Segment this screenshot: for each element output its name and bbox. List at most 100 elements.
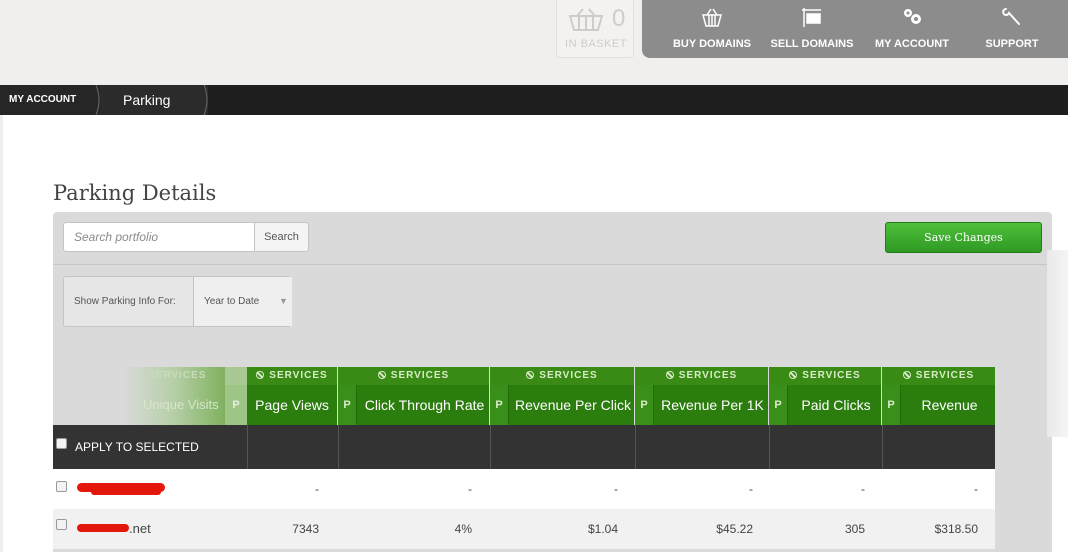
column-header-label: Revenue Per Click (515, 397, 631, 413)
column-header-label: Click Through Rate (364, 397, 485, 413)
select-all-checkbox[interactable] (56, 438, 67, 449)
nav-label: SUPPORT (985, 38, 1039, 50)
ban-icon (526, 371, 535, 379)
column-services-toggle[interactable]: SERVICES (882, 367, 995, 385)
column-services-toggle[interactable]: SERVICES (490, 367, 634, 385)
basket-icon (568, 8, 604, 31)
column-header-revenue-per-1k[interactable]: P Revenue Per 1K (635, 385, 768, 425)
cell-revenue: $318.50 (934, 522, 978, 536)
cell-click-through-rate: - (468, 482, 472, 496)
services-label: SERVICES (269, 370, 328, 381)
services-label: SERVICES (678, 370, 738, 381)
ban-icon (902, 371, 911, 379)
apply-cell[interactable] (882, 425, 996, 469)
table-row: - - - - - - (53, 469, 995, 509)
cell-paid-clicks: - (861, 482, 865, 496)
domain-cell (53, 469, 247, 509)
cell-revenue-per-1k: $45.22 (716, 522, 753, 536)
header-spacer (225, 367, 247, 385)
parking-panel: Search Save Changes Show Parking Info Fo… (53, 212, 1052, 552)
period-filter-label: Show Parking Info For: (74, 296, 176, 307)
cell-revenue-per-1k: - (749, 482, 753, 496)
column-services-toggle[interactable]: SERVICES (635, 367, 768, 385)
column-header-revenue-per-click[interactable]: P Revenue Per Click (490, 385, 634, 425)
ban-icon (377, 371, 386, 379)
breadcrumb: MY ACCOUNT Parking (0, 85, 1068, 115)
period-filter: Show Parking Info For: Year to Date ▼ (63, 276, 292, 327)
nav-label: SELL DOMAINS (770, 38, 854, 50)
search-button[interactable]: Search (254, 222, 309, 252)
divider (53, 264, 1052, 265)
apply-cell[interactable] (490, 425, 635, 469)
column-header-label: Unique Visits (143, 397, 219, 412)
services-label: SERVICES (802, 370, 861, 381)
apply-cell[interactable] (635, 425, 769, 469)
parking-toggle[interactable]: P (490, 385, 509, 425)
parking-toggle[interactable]: P (635, 385, 654, 425)
services-label: SERVICES (539, 370, 598, 381)
period-select[interactable]: Year to Date ▼ (193, 277, 292, 326)
column-services-toggle[interactable]: SERVICES (247, 367, 337, 385)
search-input[interactable] (63, 222, 255, 252)
apply-cell[interactable] (769, 425, 882, 469)
parking-toggle[interactable]: P (882, 385, 901, 425)
nav-label: BUY DOMAINS (672, 38, 752, 50)
parking-toggle[interactable]: P (769, 385, 788, 425)
apply-label: APPLY TO SELECTED (75, 440, 199, 454)
apply-cell[interactable] (247, 425, 338, 469)
nav-my-account[interactable]: MY ACCOUNT (868, 0, 956, 58)
breadcrumb-separator (200, 85, 208, 115)
column-header-label: Revenue Per 1K (661, 397, 764, 413)
save-changes-button[interactable]: Save Changes (885, 222, 1042, 253)
breadcrumb-parking: Parking (100, 85, 208, 115)
caret-down-icon: ▼ (279, 296, 288, 306)
column-header-revenue[interactable]: P Revenue (882, 385, 995, 425)
ban-icon (665, 371, 674, 379)
parking-toggle[interactable]: P (225, 385, 247, 425)
basket-label: IN BASKET (565, 38, 627, 50)
services-label: SERVICES (390, 370, 450, 381)
services-label: SERVICES (915, 370, 975, 381)
column-header-label: Paid Clicks (801, 397, 871, 413)
parking-toggle[interactable]: P (338, 385, 357, 425)
gears-icon (904, 9, 921, 24)
table-row: .net 7343 4% $1.04 $45.22 305 $318.50 (53, 509, 995, 549)
apply-to-selected: APPLY TO SELECTED (53, 425, 247, 469)
ban-icon (256, 371, 265, 379)
nav-buy-domains[interactable]: BUY DOMAINS (668, 0, 756, 58)
basket-icon (702, 8, 722, 27)
basket-count: 0 (612, 5, 626, 32)
redacted-domain (77, 524, 129, 532)
column-header-label: Page Views (255, 397, 329, 413)
cell-paid-clicks: 305 (844, 522, 865, 536)
domain-cell: .net (53, 509, 247, 549)
column-header-page-views[interactable]: Page Views (247, 385, 337, 425)
row-checkbox[interactable] (56, 519, 67, 530)
apply-to-selected-row: APPLY TO SELECTED (53, 425, 995, 469)
column-header-faded: SERVICES Unique Visits (53, 367, 225, 425)
redacted-domain (91, 489, 161, 495)
column-header-click-through-rate[interactable]: P Click Through Rate (338, 385, 489, 425)
nav-support[interactable]: SUPPORT (968, 0, 1056, 58)
row-checkbox[interactable] (56, 481, 67, 492)
table-scroll-edge (1047, 250, 1068, 437)
nav-label: MY ACCOUNT (875, 38, 949, 50)
cell-page-views: - (315, 482, 319, 496)
column-header-paid-clicks[interactable]: P Paid Clicks (769, 385, 881, 425)
column-services-toggle[interactable]: SERVICES (338, 367, 489, 385)
wrench-icon (1002, 8, 1020, 25)
column-header-label: Revenue (921, 397, 978, 413)
breadcrumb-my-account[interactable]: MY ACCOUNT (0, 85, 100, 115)
services-label: SERVICES (148, 370, 207, 381)
cell-page-views: 7343 (292, 522, 319, 536)
nav-sell-domains[interactable]: SELL DOMAINS (768, 0, 856, 58)
apply-cell[interactable] (338, 425, 490, 469)
domain-suffix: .net (129, 521, 151, 536)
cell-revenue-per-click: $1.04 (587, 522, 618, 536)
cell-revenue: - (974, 482, 978, 496)
basket-widget[interactable]: 0 IN BASKET (556, 0, 634, 58)
column-services-toggle[interactable]: SERVICES (769, 367, 881, 385)
top-navigation: BUY DOMAINS SELL DOMAINS MY ACCOUNT SUPP… (642, 0, 1068, 58)
ban-icon (789, 371, 798, 379)
page-title: Parking Details (53, 181, 217, 206)
